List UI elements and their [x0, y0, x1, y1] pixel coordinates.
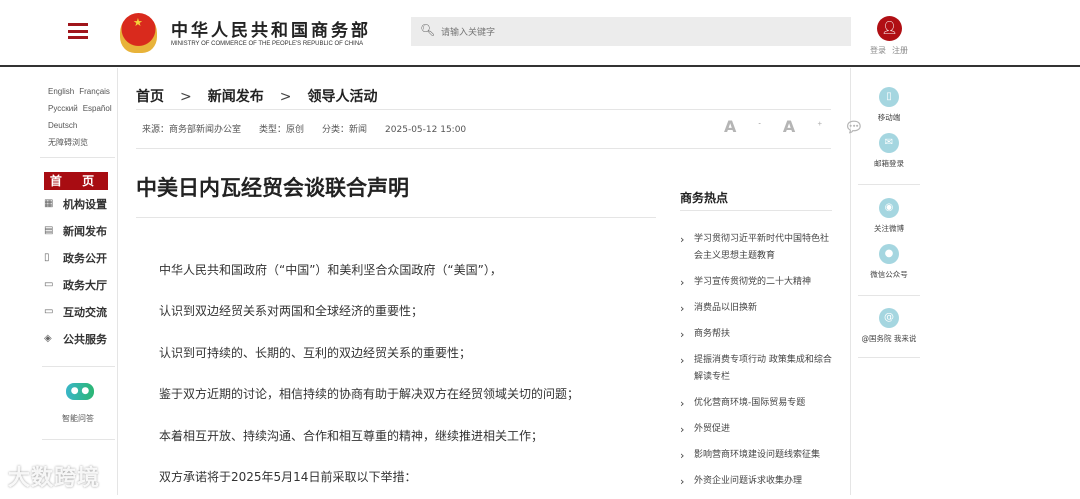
national-emblem-logo[interactable] — [120, 13, 157, 53]
grid-icon: ▦ — [44, 198, 54, 209]
site-name[interactable]: 中华人民共和国商务部 — [171, 16, 371, 41]
hot-item[interactable]: 外资企业问题诉求收集办理 — [680, 473, 832, 490]
source: 来源：商务部新闻办公室 — [142, 125, 242, 135]
mail-icon: ✉ — [879, 133, 899, 153]
type: 类型：原创 — [259, 125, 305, 135]
category: 分类：新闻 — [322, 125, 368, 135]
article-meta: 来源：商务部新闻办公室 类型：原创 分类：新闻 2025-05-12 15:00 — [142, 122, 484, 135]
paragraph: 认识到双边经贸关系对两国和全球经济的重要性； — [159, 304, 424, 318]
breadcrumb-home[interactable]: 首页 — [136, 89, 164, 105]
hot-topics-list: 学习贯彻习近平新时代中国特色社会主义思想主题教育 学习宣传贯彻党的二十大精神 消… — [680, 231, 832, 499]
document-icon: ▯ — [44, 252, 50, 263]
nav-item-interact[interactable]: ▭ 互动交流 — [44, 298, 108, 325]
login-link[interactable]: 登录 — [870, 46, 886, 55]
lang-english[interactable]: English — [48, 87, 74, 96]
rail-state-council[interactable]: @ @国务院 我来说 — [858, 308, 920, 344]
nav-item-org[interactable]: ▦ 机构设置 — [44, 190, 108, 217]
hot-item[interactable]: 学习宣传贯彻党的二十大精神 — [680, 274, 832, 291]
hot-item[interactable]: 影响营商环境建设问题线索征集 — [680, 447, 832, 464]
lang-french[interactable]: Français — [79, 87, 110, 96]
language-links: English Français Русский Español Deutsch 无… — [48, 83, 117, 151]
divider — [136, 109, 831, 110]
monitor-icon: ▭ — [44, 279, 54, 290]
chat-icon: ▭ — [44, 306, 54, 317]
divider — [117, 68, 118, 495]
nav-item-hall[interactable]: ▭ 政务大厅 — [44, 271, 108, 298]
nav-item-service[interactable]: ◈ 公共服务 — [44, 325, 108, 352]
chevron-right-icon: > — [279, 89, 292, 105]
rail-mobile[interactable]: ▯ 移动端 — [858, 87, 920, 123]
search-input[interactable] — [441, 17, 841, 46]
divider — [40, 157, 115, 158]
lang-spanish[interactable]: Español — [83, 104, 112, 113]
hot-item[interactable]: 提振消费专项行动 政策集成和综合解读专栏 — [680, 352, 832, 386]
divider — [136, 217, 656, 218]
lang-german[interactable]: Deutsch — [48, 121, 77, 130]
register-link[interactable]: 注册 — [892, 46, 908, 55]
hot-topics-title: 商务热点 — [680, 191, 729, 205]
robot-icon[interactable]: ● ● — [66, 383, 94, 400]
paragraph: 双方承诺将于2025年5月14日前采取以下举措： — [159, 470, 417, 484]
menu-icon[interactable] — [68, 23, 88, 39]
weibo-icon: ◉ — [879, 198, 899, 218]
hot-item[interactable]: 商务帮扶 — [680, 326, 832, 343]
paragraph: 认识到可持续的、长期的、互利的双边经贸关系的重要性； — [159, 346, 472, 360]
nav-item-open[interactable]: ▯ 政务公开 — [44, 244, 108, 271]
assistant-link[interactable]: 智能问答 — [62, 413, 94, 424]
divider — [858, 295, 920, 296]
font-larger-button[interactable]: A + — [783, 117, 822, 136]
paragraph: 鉴于双方近期的讨论，相信持续的协商有助于解决双方在经贸领域关切的问题； — [159, 387, 580, 401]
hot-item[interactable]: 消费品以旧换新 — [680, 300, 832, 317]
divider — [136, 148, 831, 149]
breadcrumb: 首页 > 新闻发布 > 领导人活动 — [136, 86, 377, 106]
wechat-icon: ● — [879, 244, 899, 264]
article-title: 中美日内瓦经贸会谈联合声明 — [136, 176, 409, 200]
font-smaller-button[interactable]: A- — [724, 117, 761, 136]
hot-item[interactable]: 优化营商环境-国际贸易专题 — [680, 395, 832, 412]
main-nav: 首 页 ▦ 机构设置 ▤ 新闻发布 ▯ 政务公开 ▭ 政务大厅 ▭ 互动交流 ◈ 公共服务 — [44, 172, 108, 352]
mobile-icon: ▯ — [879, 87, 899, 107]
divider — [858, 184, 920, 185]
site-name-en: MINISTRY OF COMMERCE OF THE PEOPLE'S REP… — [171, 41, 364, 47]
rail-email[interactable]: ✉ 邮箱登录 — [858, 133, 920, 169]
divider — [680, 210, 832, 211]
divider — [42, 439, 115, 440]
accessibility-link[interactable]: 无障碍浏览 — [48, 138, 88, 147]
divider — [42, 366, 115, 367]
paragraph: 中华人民共和国政府（“中国”）和美利坚合众国政府（“美国”）， — [159, 263, 502, 277]
breadcrumb-leaders[interactable]: 领导人活动 — [307, 89, 377, 105]
hot-item[interactable]: 外贸促进 — [680, 421, 832, 438]
news-icon: ▤ — [44, 225, 54, 236]
hot-item[interactable]: 学习贯彻习近平新时代中国特色社会主义思想主题教育 — [680, 231, 832, 265]
search-icon[interactable]: 🔍︎ — [420, 23, 435, 37]
datetime: 2025-05-12 15:00 — [385, 125, 467, 135]
divider — [858, 357, 920, 358]
service-icon: ◈ — [44, 333, 52, 344]
user-icon[interactable]: 👤︎ — [877, 16, 902, 41]
nav-item-news[interactable]: ▤ 新闻发布 — [44, 217, 108, 244]
search-box: 🔍︎ — [411, 17, 851, 46]
at-icon: @ — [879, 308, 899, 328]
watermark: 大数跨境 — [8, 466, 101, 491]
header: 中华人民共和国商务部 MINISTRY OF COMMERCE OF THE P… — [0, 0, 1080, 67]
rail-wechat[interactable]: ● 微信公众号 — [858, 244, 920, 280]
chevron-right-icon: > — [180, 89, 192, 105]
paragraph: 本着相互开放、持续沟通、合作和相互尊重的精神，继续推进相关工作； — [159, 429, 544, 443]
breadcrumb-news[interactable]: 新闻发布 — [208, 89, 264, 105]
rail-weibo[interactable]: ◉ 关注微博 — [858, 198, 920, 234]
lang-russian[interactable]: Русский — [48, 104, 78, 113]
nav-home[interactable]: 首 页 — [44, 172, 108, 190]
